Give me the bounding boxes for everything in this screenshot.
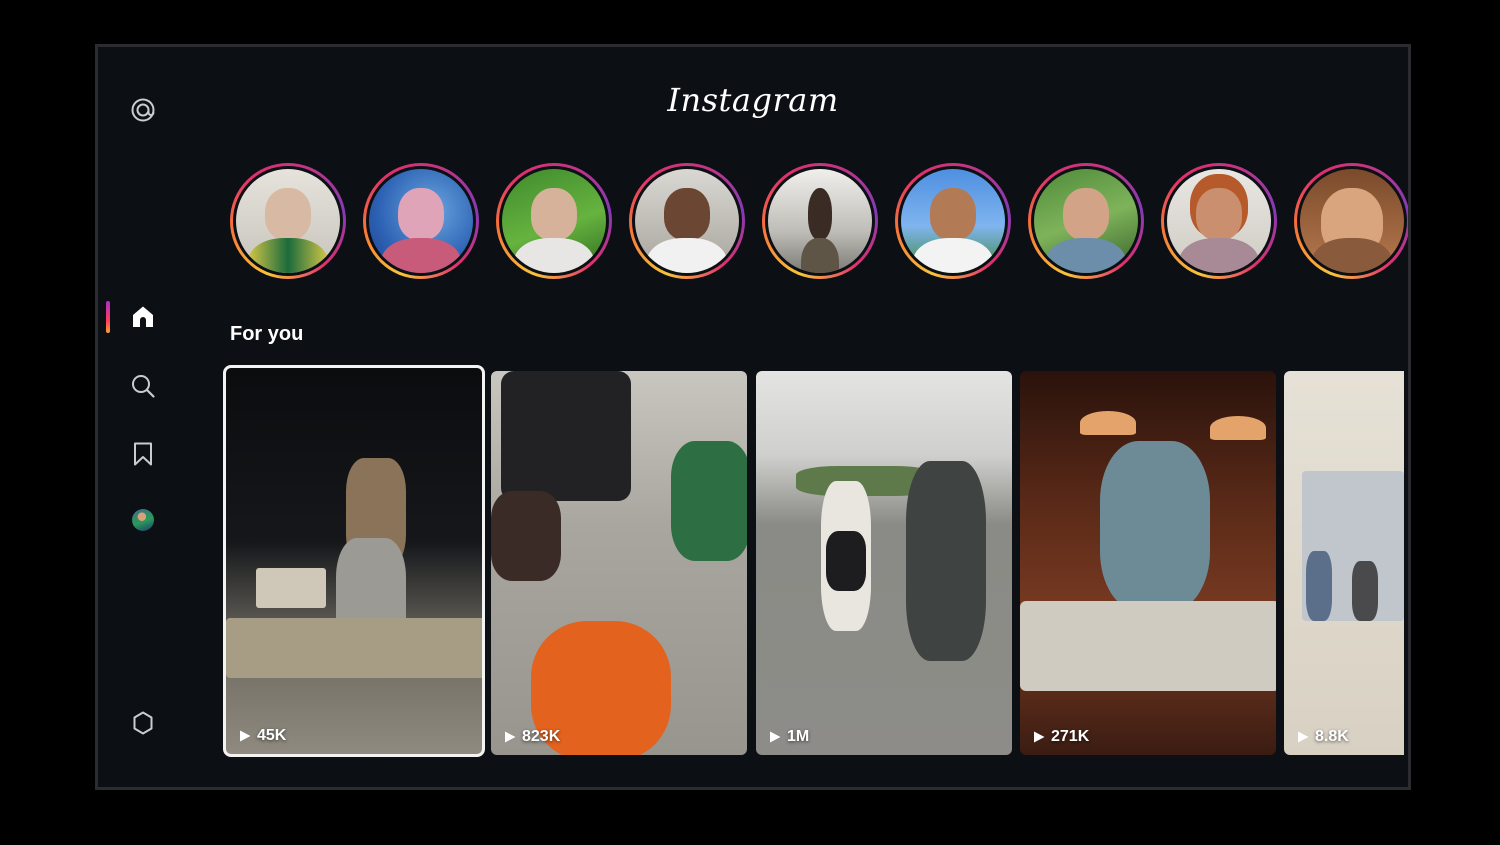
- play-icon: [505, 731, 516, 743]
- story-avatar[interactable]: [895, 163, 1011, 279]
- story-avatar[interactable]: [1028, 163, 1144, 279]
- play-icon: [1298, 731, 1309, 743]
- reel-view-count: 271K: [1032, 728, 1089, 746]
- search-icon[interactable]: [130, 373, 156, 399]
- reel-view-count: 45K: [238, 727, 286, 745]
- nav-active-indicator: [106, 301, 110, 333]
- story-avatar[interactable]: [629, 163, 745, 279]
- bookmark-icon[interactable]: [130, 441, 156, 467]
- tv-frame: Instagram For you 45K 823K 1M 271K 8.8K: [95, 44, 1411, 790]
- reels-row: 45K 823K 1M 271K 8.8K: [223, 363, 1408, 763]
- instagram-logo: Instagram: [667, 81, 839, 119]
- reel-card[interactable]: 823K: [491, 371, 747, 755]
- story-avatar[interactable]: [496, 163, 612, 279]
- story-avatar[interactable]: [1161, 163, 1277, 279]
- story-avatar[interactable]: [1294, 163, 1408, 279]
- play-icon: [1034, 731, 1045, 743]
- reel-view-count: 823K: [503, 728, 560, 746]
- reel-card[interactable]: 1M: [756, 371, 1012, 755]
- story-avatar[interactable]: [762, 163, 878, 279]
- section-title: For you: [230, 323, 304, 345]
- profile-avatar[interactable]: [132, 509, 154, 531]
- settings-icon[interactable]: [130, 710, 156, 736]
- app-screen: Instagram For you 45K 823K 1M 271K 8.8K: [98, 47, 1408, 787]
- reel-view-count: 1M: [768, 728, 809, 746]
- reel-card[interactable]: 45K: [223, 365, 485, 757]
- home-icon[interactable]: [130, 304, 156, 330]
- play-icon: [770, 731, 781, 743]
- play-icon: [240, 730, 251, 742]
- reel-view-count: 8.8K: [1296, 728, 1349, 746]
- reel-card[interactable]: 271K: [1020, 371, 1276, 755]
- story-avatar[interactable]: [230, 163, 346, 279]
- stories-row: [230, 163, 1408, 283]
- story-avatar[interactable]: [363, 163, 479, 279]
- reel-card[interactable]: 8.8K: [1284, 371, 1404, 755]
